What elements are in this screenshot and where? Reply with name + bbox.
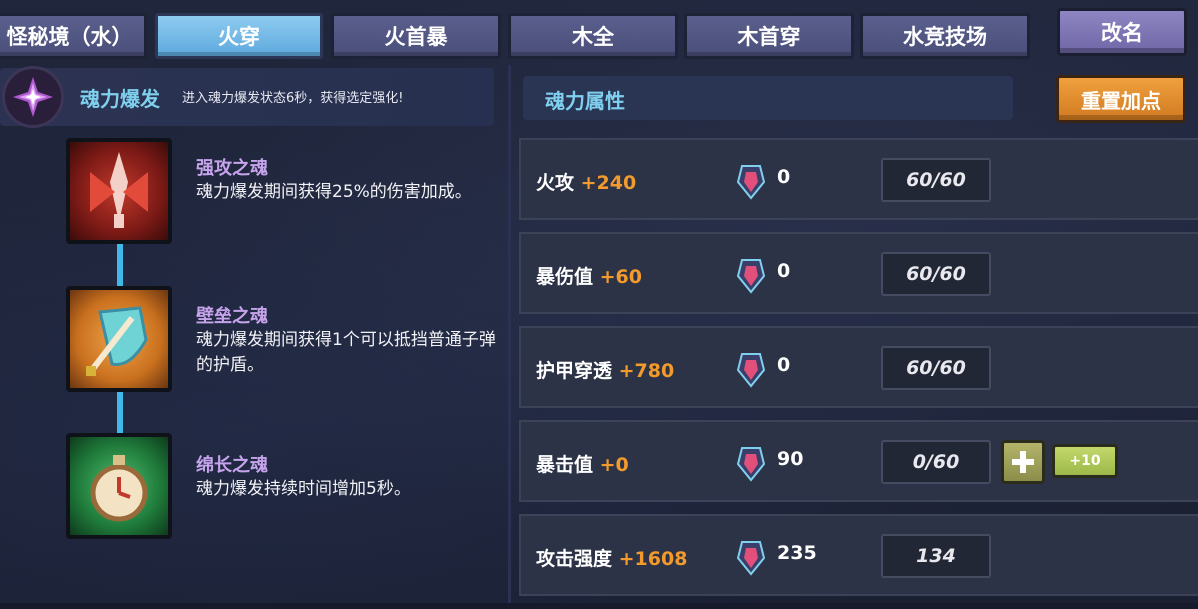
- attribute-row: 护甲穿透 +780 0 60/60: [519, 326, 1198, 408]
- add-point-button[interactable]: [1001, 440, 1045, 484]
- points-display: 0/60: [881, 440, 991, 484]
- gem-count: 90: [777, 448, 804, 470]
- reset-points-button[interactable]: 重置加点: [1056, 75, 1186, 123]
- purple-crystal-icon: [2, 66, 64, 128]
- soul-gem-icon: [736, 259, 766, 294]
- attribute-label: 火攻 +240: [536, 172, 637, 194]
- soul-attributes-title: 魂力属性: [545, 89, 625, 113]
- soul-burst-description: 进入魂力爆发状态6秒，获得选定强化!: [182, 91, 404, 106]
- skill-description: 魂力爆发期间获得1个可以抵挡普通子弹的护盾。: [196, 330, 496, 375]
- skill-name: 壁垒之魂: [196, 306, 268, 327]
- gem-count: 0: [777, 354, 791, 376]
- attribute-row: 火攻 +240 0 60/60: [519, 138, 1198, 220]
- attribute-row: 攻击强度 +1608 235 134: [519, 514, 1198, 596]
- attribute-row: 暴击值 +0 90 0/60 +10: [519, 420, 1198, 502]
- bottom-border: [0, 603, 1198, 609]
- skill-description: 魂力爆发持续时间增加5秒。: [196, 479, 411, 499]
- soul-gem-icon: [736, 165, 766, 200]
- skill-name: 绵长之魂: [196, 455, 268, 476]
- soul-burst-title: 魂力爆发: [80, 87, 160, 111]
- gem-count: 235: [777, 542, 817, 564]
- tab-fire-pierce[interactable]: 火穿: [155, 13, 323, 59]
- tab-water-arena[interactable]: 水竞技场: [860, 13, 1030, 59]
- shield-sword-icon[interactable]: [66, 286, 172, 392]
- tab-wood-all[interactable]: 木全: [508, 13, 678, 59]
- add-ten-points-button[interactable]: +10: [1052, 444, 1118, 478]
- attribute-label: 暴击值 +0: [536, 454, 629, 476]
- points-display: 60/60: [881, 158, 991, 202]
- panel-divider: [508, 65, 511, 605]
- points-display: 60/60: [881, 252, 991, 296]
- pocket-watch-icon[interactable]: [66, 433, 172, 539]
- attribute-label: 暴伤值 +60: [536, 266, 643, 288]
- skill-name: 强攻之魂: [196, 158, 268, 179]
- gem-count: 0: [777, 166, 791, 188]
- tab-fire-first-crit[interactable]: 火首暴: [331, 13, 501, 59]
- red-winged-sword-icon[interactable]: [66, 138, 172, 244]
- attribute-bonus: +780: [618, 360, 675, 382]
- points-display: 60/60: [881, 346, 991, 390]
- points-display: 134: [881, 534, 991, 578]
- attribute-bonus: +0: [599, 454, 629, 476]
- attribute-bonus: +1608: [618, 548, 688, 570]
- attribute-row: 暴伤值 +60 0 60/60: [519, 232, 1198, 314]
- soul-gem-icon: [736, 447, 766, 482]
- soul-gem-icon: [736, 353, 766, 388]
- skill-connector: [117, 391, 123, 435]
- attribute-bonus: +60: [599, 266, 643, 288]
- attribute-label: 攻击强度 +1608: [536, 548, 688, 570]
- attribute-bonus: +240: [580, 172, 637, 194]
- attribute-label: 护甲穿透 +780: [536, 360, 675, 382]
- soul-gem-icon: [736, 541, 766, 576]
- gem-count: 0: [777, 260, 791, 282]
- tab-wood-first-pierce[interactable]: 木首穿: [684, 13, 854, 59]
- rename-button[interactable]: 改名: [1057, 8, 1187, 56]
- skill-connector: [117, 243, 123, 287]
- skill-description: 魂力爆发期间获得25%的伤害加成。: [196, 182, 472, 202]
- plus-icon: [1012, 451, 1034, 473]
- tab-monster-secret-realm-water[interactable]: 怪秘境（水）: [0, 13, 147, 59]
- tab-bar: 怪秘境（水） 火穿 火首暴 木全 木首穿 水竞技场 改名: [0, 0, 1198, 64]
